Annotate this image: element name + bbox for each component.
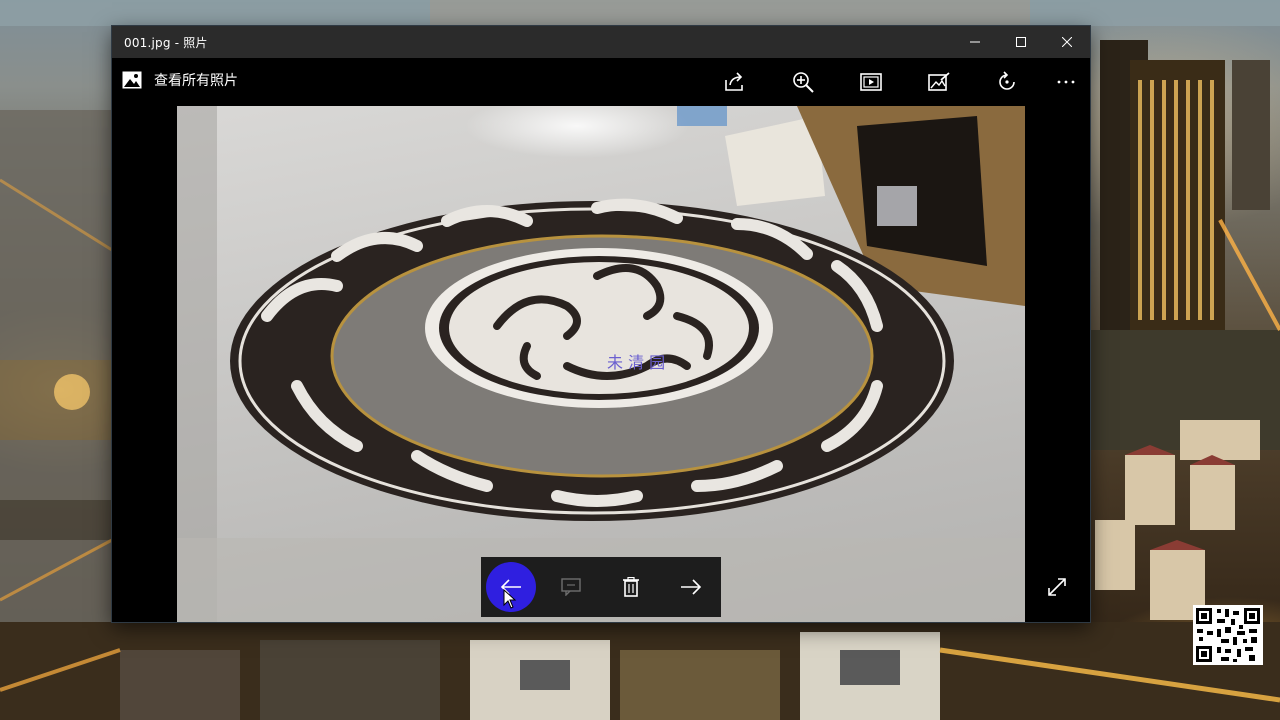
window-title: 001.jpg - 照片 <box>124 36 208 50</box>
rotate-icon <box>999 71 1015 90</box>
delete-icon <box>623 577 639 597</box>
mouse-cursor <box>503 589 517 609</box>
edit-icon <box>928 72 950 91</box>
rotate-button[interactable] <box>987 66 1027 98</box>
minimize-icon <box>970 41 980 43</box>
app-bar: 查看所有照片 <box>112 58 1090 106</box>
zoom-in-icon <box>793 72 814 93</box>
expand-icon <box>1048 578 1066 596</box>
photo-view[interactable]: 未 清 园 <box>177 106 1025 622</box>
minimize-button[interactable] <box>952 26 998 58</box>
add-comment-button[interactable] <box>541 557 601 617</box>
photo-navigation-bar <box>481 557 721 617</box>
view-all-photos-label: 查看所有照片 <box>154 73 238 89</box>
arrow-right-icon <box>681 579 702 595</box>
comment-icon <box>561 578 581 596</box>
photos-app-icon <box>122 71 142 89</box>
close-icon <box>1062 37 1072 47</box>
photo-overlay-text: 未 清 园 <box>607 353 665 372</box>
close-button[interactable] <box>1044 26 1090 58</box>
qr-code-image <box>1196 608 1260 662</box>
slideshow-icon <box>860 73 882 91</box>
qr-code <box>1193 605 1263 665</box>
maximize-button[interactable] <box>998 26 1044 58</box>
fullscreen-button[interactable] <box>1042 572 1072 602</box>
slideshow-button[interactable] <box>851 66 891 98</box>
share-icon <box>725 72 743 91</box>
delete-photo-button[interactable] <box>601 557 661 617</box>
zoom-in-button[interactable] <box>783 66 823 98</box>
floor-medallion-image: 未 清 园 <box>177 106 1025 622</box>
title-bar[interactable]: 001.jpg - 照片 <box>112 26 1090 58</box>
share-button[interactable] <box>715 66 755 98</box>
edit-create-button[interactable] <box>919 66 959 98</box>
view-all-photos-link[interactable]: 查看所有照片 <box>122 70 238 90</box>
more-options-button[interactable] <box>1046 66 1086 98</box>
maximize-icon <box>1016 37 1026 47</box>
photos-app-window: 001.jpg - 照片 查看所有照片 未 清 园 <box>112 26 1090 622</box>
more-icon <box>1057 80 1075 84</box>
next-photo-button[interactable] <box>661 557 721 617</box>
